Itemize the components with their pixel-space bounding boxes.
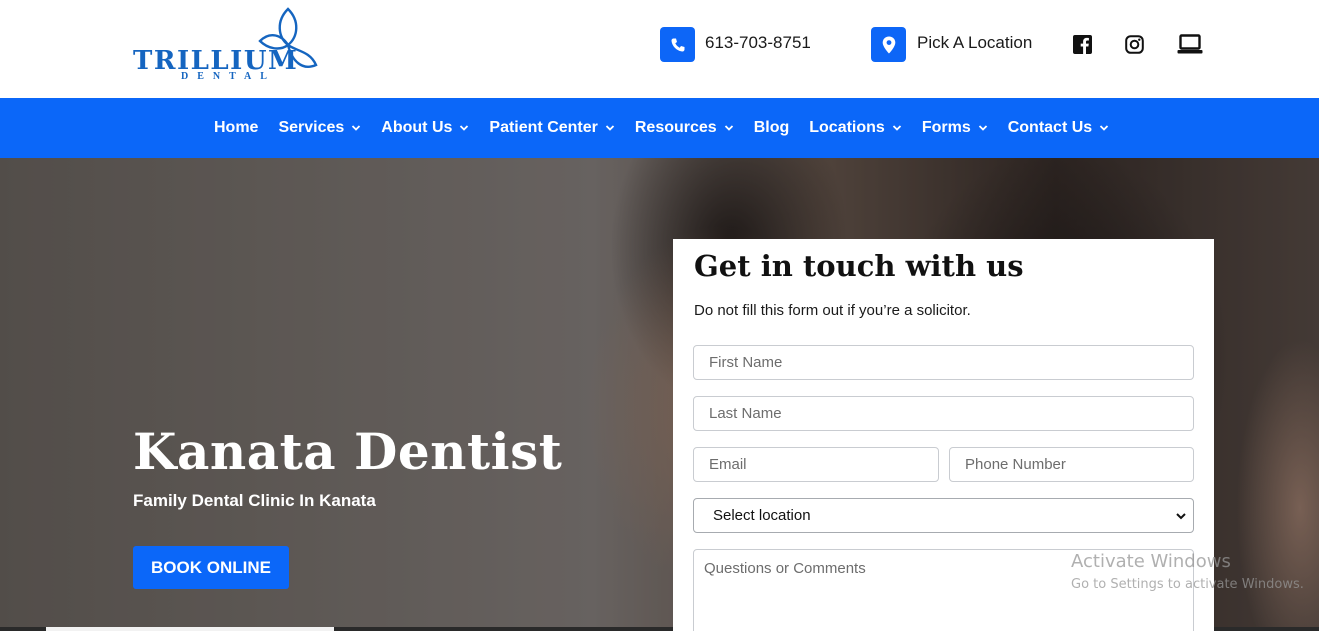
nav-item-label: About Us (381, 119, 453, 136)
instagram-icon (1124, 34, 1144, 54)
nav-item-services[interactable]: Services (278, 119, 361, 137)
hero-title: Kanata Dentist (133, 422, 563, 481)
main-navigation: Home Services About Us Patient Center Resour… (0, 98, 1319, 158)
chevron-down-icon (892, 125, 901, 131)
last-name-input[interactable] (693, 396, 1194, 431)
chevron-down-icon (724, 125, 733, 131)
nav-item-resources[interactable]: Resources (635, 119, 734, 137)
chevron-down-icon (352, 125, 361, 131)
patient-portal-link[interactable] (1177, 32, 1203, 56)
nav-item-label: Home (214, 119, 259, 136)
form-title: Get in touch with us (694, 249, 1024, 283)
nav-item-about-us[interactable]: About Us (381, 119, 469, 137)
instagram-link[interactable] (1122, 32, 1146, 56)
facebook-icon (1072, 34, 1092, 54)
site-header: TRILLIUM DENTAL 613-703-8751 Pick A Loca… (0, 0, 1319, 98)
chevron-down-icon (1100, 125, 1109, 131)
phone-number-input[interactable] (949, 447, 1194, 482)
location-select-value: Select location (713, 507, 811, 524)
nav-item-label: Locations (809, 119, 885, 136)
phone-button[interactable] (660, 27, 695, 62)
hero-slider-indicator (46, 627, 334, 631)
nav-item-label: Forms (921, 119, 971, 136)
nav-item-contact-us[interactable]: Contact Us (1008, 119, 1109, 137)
logo-subtitle: DENTAL (181, 71, 276, 82)
nav-menu: Home Services About Us Patient Center Resour… (214, 98, 1129, 158)
trillium-dental-logo[interactable]: TRILLIUM DENTAL (133, 7, 323, 83)
nav-item-patient-center[interactable]: Patient Center (489, 119, 615, 137)
hero-subtitle: Family Dental Clinic In Kanata (133, 491, 376, 510)
nav-item-label: Contact Us (1007, 119, 1093, 136)
pick-location-link[interactable]: Pick A Location (917, 33, 1032, 53)
laptop-icon (1177, 34, 1203, 54)
nav-item-home[interactable]: Home (214, 119, 258, 137)
chevron-down-icon (605, 125, 615, 131)
chevron-down-icon (1176, 513, 1186, 520)
form-solicitor-note: Do not fill this form out if you’re a so… (694, 302, 971, 319)
nav-item-label: Patient Center (489, 119, 598, 136)
activate-windows-subtitle: Go to Settings to activate Windows. (1071, 577, 1304, 592)
email-input[interactable] (693, 447, 939, 482)
nav-item-locations[interactable]: Locations (809, 119, 902, 137)
activate-windows-title: Activate Windows (1071, 551, 1231, 572)
first-name-input[interactable] (693, 345, 1194, 380)
map-pin-icon (882, 36, 895, 53)
nav-item-label: Resources (634, 119, 717, 136)
nav-item-label: Blog (753, 119, 790, 136)
nav-item-label: Services (278, 119, 345, 136)
contact-form-card: Get in touch with us Do not fill this fo… (673, 239, 1214, 631)
chevron-down-icon (978, 125, 987, 131)
location-select[interactable]: Select location (693, 498, 1194, 533)
phone-number-link[interactable]: 613-703-8751 (705, 33, 811, 53)
book-online-button[interactable]: BOOK ONLINE (133, 546, 289, 589)
nav-item-forms[interactable]: Forms (922, 119, 988, 137)
facebook-link[interactable] (1070, 32, 1094, 56)
nav-item-blog[interactable]: Blog (754, 119, 790, 137)
location-button[interactable] (871, 27, 906, 62)
phone-icon (671, 38, 684, 51)
chevron-down-icon (460, 125, 469, 131)
